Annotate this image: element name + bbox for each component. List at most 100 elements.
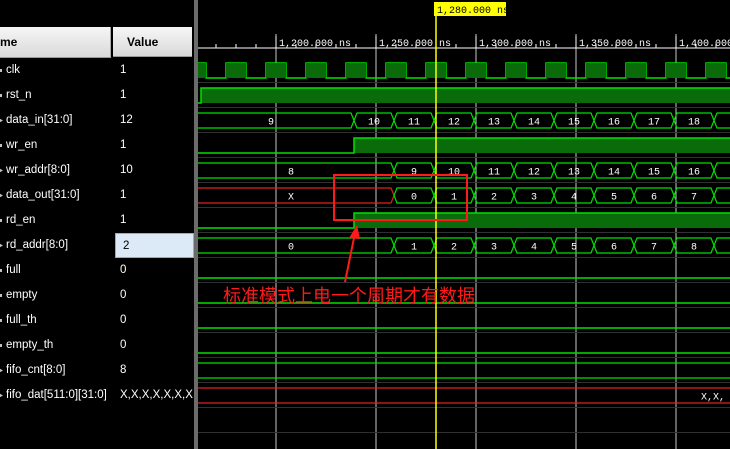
signal-name: clk [6, 64, 21, 76]
data_out-value-label: 7 [691, 193, 697, 204]
clk-high-fill [506, 63, 526, 78]
signal-name: empty [6, 289, 38, 301]
signal-value[interactable]: 0 [113, 333, 194, 358]
wr_addr-value-label: 11 [488, 168, 500, 179]
signal-value[interactable]: 1 [113, 58, 194, 83]
signal-name: wr_en [6, 139, 38, 151]
signal-row-fifo_dat5110310[interactable]: fifo_dat[511:0][31:0] [0, 383, 113, 408]
clk-high-fill [198, 63, 206, 78]
signal-row-empty_th[interactable]: empty_th [0, 333, 113, 358]
wr_addr-value-label: 10 [448, 168, 460, 179]
data_in-value-label: 17 [648, 118, 660, 129]
signal-name: full_th [6, 314, 37, 326]
signal-name-panel: me clk rst_n data_in[31:0] wr_en wr_addr[8:0… [0, 0, 113, 449]
rd_addr-value-label: 5 [571, 243, 577, 254]
value-column-header[interactable]: Value [113, 27, 192, 57]
rd_addr-value-label: 2 [451, 243, 457, 254]
signal-value[interactable]: 2 [115, 233, 194, 258]
signal-row-fifo_cnt80[interactable]: fifo_cnt[8:0] [0, 358, 113, 383]
signal-value[interactable]: 1 [113, 133, 194, 158]
data_in-value-label: 18 [688, 118, 700, 129]
waveform-canvas[interactable]: 1,200.000 ns 1,250.000 ns 1,300.000 ns 1,35… [198, 0, 730, 449]
signal-row-wr_addr80[interactable]: wr_addr[8:0] [0, 158, 113, 183]
signal-name: empty_th [6, 339, 54, 351]
data_out-value-label: 6 [651, 193, 657, 204]
data_out-value-label: 3 [531, 193, 537, 204]
signal-name: fifo_dat[511:0][31:0] [6, 389, 107, 401]
clk-high-fill [226, 63, 246, 78]
data_in-value-label: 16 [608, 118, 620, 129]
wire-signal-icon [0, 269, 2, 272]
waveform-panel[interactable]: 1,200.000 ns 1,250.000 ns 1,300.000 ns 1,35… [198, 0, 730, 449]
signal-value[interactable]: 1 [113, 183, 194, 208]
signal-value[interactable]: 0 [113, 258, 194, 283]
signal-row-clk[interactable]: clk [0, 58, 113, 83]
bus-signal-icon [0, 393, 3, 398]
wr_addr-value-label: 9 [411, 168, 417, 179]
data_in-segment [713, 112, 730, 129]
wr_addr-value-label: 14 [608, 168, 620, 179]
data_out-value-label: 2 [491, 193, 497, 204]
rd_addr-value-label: 7 [651, 243, 657, 254]
signal-row-empty[interactable]: empty [0, 283, 113, 308]
signal-value[interactable]: 12 [113, 108, 194, 133]
signal-row-rd_en[interactable]: rd_en [0, 208, 113, 233]
wr_addr-value-label: 8 [288, 168, 294, 179]
wr_addr-value-label: 12 [528, 168, 540, 179]
signal-row-wr_en[interactable]: wr_en [0, 133, 113, 158]
annotation-text: 标准模式上电一个周期才有数据 [223, 286, 475, 308]
wire-signal-icon [0, 319, 2, 322]
clk-high-fill [706, 63, 726, 78]
signal-row-full_th[interactable]: full_th [0, 308, 113, 333]
data_out-value-label: 4 [571, 193, 577, 204]
rd_addr-value-label: 6 [611, 243, 617, 254]
signal-value[interactable]: 1 [113, 208, 194, 233]
rd_addr-value-label: 8 [691, 243, 697, 254]
signal-value[interactable]: X,X,X,X,X,X,X [113, 383, 194, 408]
name-column-header[interactable]: me [0, 27, 111, 58]
signal-row-data_in310[interactable]: data_in[31:0] [0, 108, 113, 133]
rst_n-high-fill [201, 88, 730, 103]
wire-signal-icon [0, 219, 2, 222]
wr_addr-value-label: 16 [688, 168, 700, 179]
signal-row-rd_addr80[interactable]: rd_addr[8:0] [0, 233, 113, 258]
signal-row-data_out310[interactable]: data_out[31:0] [0, 183, 113, 208]
signal-name: rd_en [6, 214, 36, 226]
rd_addr-value-label: 1 [411, 243, 417, 254]
clk-high-fill [346, 63, 366, 78]
clk-high-fill [306, 63, 326, 78]
signal-value[interactable]: 0 [113, 283, 194, 308]
wire-signal-icon [0, 344, 2, 347]
wr_addr-value-label: 15 [648, 168, 660, 179]
signal-value[interactable]: 0 [113, 308, 194, 333]
signal-value[interactable]: 8 [113, 358, 194, 383]
signal-name: data_in[31:0] [6, 114, 73, 126]
fifo_dat-value-label: X,X, [701, 393, 725, 404]
data_in-value-label: 11 [408, 118, 420, 129]
data_in-value-label: 15 [568, 118, 580, 129]
rd_addr-segment [198, 237, 395, 254]
signal-name: wr_addr[8:0] [6, 164, 70, 176]
wire-signal-icon [0, 69, 2, 72]
signal-name: fifo_cnt[8:0] [6, 364, 66, 376]
clk-high-fill [266, 63, 286, 78]
signal-value[interactable]: 1 [113, 83, 194, 108]
clk-high-fill [626, 63, 646, 78]
data_in-value-label: 10 [368, 118, 380, 129]
wire-signal-icon [0, 144, 2, 147]
bus-signal-icon [0, 118, 3, 123]
wr_en-high-fill [354, 138, 730, 153]
signal-value[interactable]: 10 [113, 158, 194, 183]
clk-high-fill [666, 63, 686, 78]
clk-high-fill [546, 63, 566, 78]
data_out-segment [713, 187, 730, 204]
bus-signal-icon [0, 368, 3, 373]
signal-name: rd_addr[8:0] [6, 239, 69, 251]
data_in-value-label: 9 [268, 118, 274, 129]
wr_addr-value-label: 13 [568, 168, 580, 179]
signal-row-rst_n[interactable]: rst_n [0, 83, 113, 108]
data_in-value-label: 12 [448, 118, 460, 129]
signal-row-full[interactable]: full [0, 258, 113, 283]
rd_addr-segment [713, 237, 730, 254]
data_in-value-label: 14 [528, 118, 540, 129]
